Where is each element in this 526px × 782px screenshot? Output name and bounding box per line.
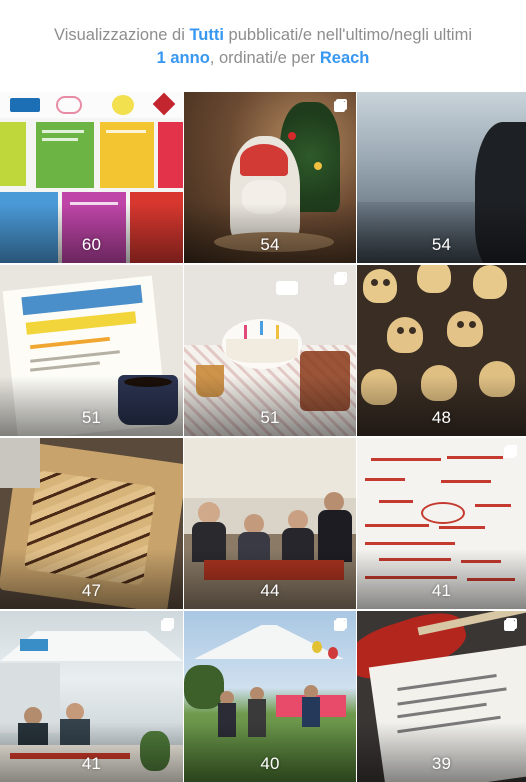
multiple-photos-icon [504,618,517,631]
post-thumbnail[interactable]: 60 [0,92,183,263]
reach-count: 41 [431,581,452,600]
header-text-suffix: pubblicati/e nell'ultimo/negli ultimi [223,26,472,44]
post-thumbnail[interactable]: 51 [184,265,356,436]
reach-count: 51 [81,408,102,427]
multiple-photos-icon [334,272,347,285]
multiple-photos-icon [161,618,174,631]
reach-count: 39 [431,754,452,773]
posts-grid: 60 54 54 51 51 48 47 44 41 41 40 39 [0,92,526,782]
insights-filter-header: Visualizzazione di Tutti pubblicati/e ne… [0,0,526,88]
header-text-middle: , ordinati/e per [209,49,320,67]
reach-count: 48 [431,408,452,427]
sort-metric-link[interactable]: Reach [320,49,370,67]
post-thumbnail[interactable]: 41 [0,611,183,782]
multiple-photos-icon [334,618,347,631]
post-thumbnail[interactable]: 39 [357,611,526,782]
post-thumbnail[interactable]: 54 [357,92,526,263]
period-link[interactable]: 1 anno [157,49,210,67]
post-thumbnail[interactable]: 47 [0,438,183,609]
multiple-photos-icon [504,445,517,458]
header-text-prefix: Visualizzazione di [54,26,190,44]
post-thumbnail[interactable]: 40 [184,611,356,782]
reach-count: 51 [260,408,280,427]
reach-count: 54 [260,235,280,254]
filter-type-link[interactable]: Tutti [189,26,224,44]
reach-count: 47 [81,581,102,600]
reach-count: 41 [81,754,102,773]
reach-count: 54 [431,235,452,254]
multiple-photos-icon [334,99,347,112]
post-thumbnail[interactable]: 48 [357,265,526,436]
post-thumbnail[interactable]: 44 [184,438,356,609]
post-thumbnail[interactable]: 54 [184,92,356,263]
reach-count: 44 [260,581,280,600]
reach-count: 60 [81,235,102,254]
post-thumbnail[interactable]: 41 [357,438,526,609]
reach-count: 40 [260,754,280,773]
post-thumbnail[interactable]: 51 [0,265,183,436]
